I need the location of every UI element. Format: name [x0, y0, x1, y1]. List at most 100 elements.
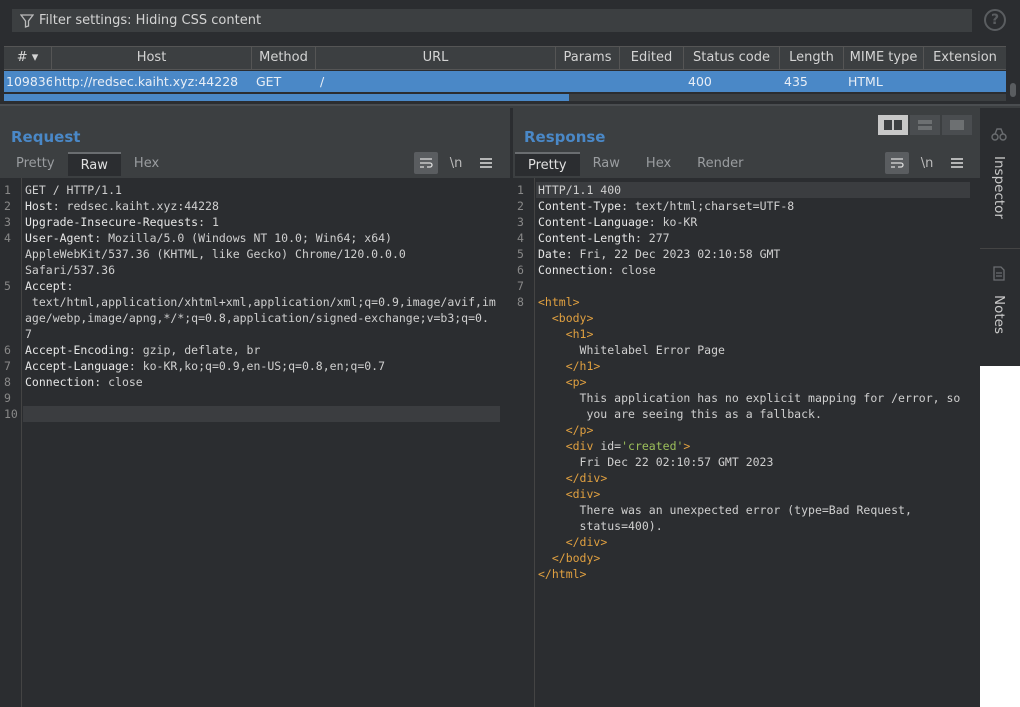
inspector-tab[interactable]: Inspector [980, 128, 1018, 219]
column-header-edited[interactable]: Edited [620, 47, 684, 69]
right-sidebar: Inspector Notes [980, 108, 1020, 707]
sort-down-icon: ▾ [31, 50, 39, 65]
line-number: 8 [4, 375, 11, 389]
line-number: 6 [4, 343, 11, 357]
current-line-highlight [23, 406, 500, 422]
filter-bar: Filter settings: Hiding CSS content ? [0, 0, 1020, 38]
tab-response-render[interactable]: Render [684, 152, 756, 176]
cell-params [556, 71, 620, 92]
code-line: <div> [565, 487, 601, 501]
cell-extension [924, 71, 1006, 92]
code-line: GET / HTTP/1.1 [25, 183, 122, 197]
column-header-number[interactable]: # ▾ [4, 47, 52, 69]
column-header-extension[interactable]: Extension [924, 47, 1006, 69]
column-header-params[interactable]: Params [556, 47, 620, 69]
horizontal-scrollbar[interactable] [4, 94, 1006, 101]
code-line: This application has no explicit mapping… [538, 391, 961, 405]
notes-label: Notes [991, 295, 1007, 334]
tab-request-raw[interactable]: Raw [67, 152, 121, 176]
cell-status: 400 [688, 74, 712, 89]
code-line: </h1> [565, 359, 601, 373]
code-line: <html> [538, 295, 580, 309]
scrollbar-thumb[interactable] [4, 94, 569, 101]
line-number: 6 [517, 263, 524, 277]
code-line: <body> [551, 311, 594, 325]
wrap-lines-icon[interactable] [414, 152, 438, 174]
tab-request-pretty[interactable]: Pretty [3, 152, 68, 176]
line-number: 4 [4, 231, 11, 245]
code-line: Accept-Language: ko-KR,ko;q=0.9,en-US;q=… [25, 359, 386, 373]
response-title: Response [524, 128, 606, 146]
cell-host: http://redsec.kaiht.xyz:44228 [54, 74, 239, 89]
history-table: # ▾ Host Method URL Params Edited Status… [0, 38, 1020, 106]
column-header-status[interactable]: Status code [684, 47, 780, 69]
line-number: 1 [517, 183, 524, 197]
line-number: 5 [4, 279, 11, 293]
tab-response-hex[interactable]: Hex [633, 152, 684, 176]
line-number: 8 [517, 295, 524, 309]
code-line: Connection: close [25, 375, 143, 389]
response-toolbar: \n [885, 152, 969, 174]
line-number: 7 [4, 359, 11, 373]
menu-icon[interactable] [945, 152, 969, 174]
notes-icon [993, 266, 1005, 281]
table-row[interactable]: 109836 http://redsec.kaiht.xyz:44228 GET… [4, 71, 1006, 92]
code-line: </div> [565, 535, 608, 549]
layout-toggle [878, 115, 972, 135]
code-line: you are seeing this as a fallback. [538, 407, 822, 421]
table-header: # ▾ Host Method URL Params Edited Status… [4, 46, 1006, 70]
cell-mime: HTML [848, 74, 883, 89]
menu-icon[interactable] [474, 152, 498, 174]
column-header-method[interactable]: Method [252, 47, 316, 69]
inspector-icon [991, 128, 1007, 141]
request-editor[interactable]: 1 GET / HTTP/1.1 2 Host: redsec.kaiht.xyz:4… [0, 178, 510, 707]
filter-icon [20, 13, 34, 28]
filter-settings[interactable]: Filter settings: Hiding CSS content [12, 9, 972, 32]
column-header-mime[interactable]: MIME type [844, 47, 924, 69]
line-number: 2 [517, 199, 524, 213]
code-line: text/html,application/xhtml+xml,applicat… [25, 295, 496, 309]
line-number: 3 [517, 215, 524, 229]
tab-response-pretty[interactable]: Pretty [515, 152, 580, 176]
code-line: <h1> [565, 327, 594, 341]
tab-response-raw[interactable]: Raw [580, 152, 633, 176]
column-header-length[interactable]: Length [780, 47, 844, 69]
sidebar-empty-area [980, 366, 1020, 707]
request-title: Request [11, 128, 81, 146]
vertical-scrollbar-thumb[interactable] [1010, 83, 1016, 97]
request-toolbar: \n [414, 152, 498, 174]
filter-text: Filter settings: Hiding CSS content [39, 13, 262, 28]
code-line: </p> [565, 423, 594, 437]
help-icon[interactable]: ? [984, 9, 1006, 31]
newline-toggle[interactable]: \n [915, 152, 939, 174]
cell-edited [620, 71, 684, 92]
column-header-host[interactable]: Host [52, 47, 252, 69]
notes-tab[interactable]: Notes [980, 266, 1018, 334]
code-line: Content-Type: text/html;charset=UTF-8 [538, 199, 795, 213]
line-number: 9 [4, 391, 11, 405]
code-line: Accept-Encoding: gzip, deflate, br [25, 343, 261, 357]
code-line: Date: Fri, 22 Dec 2023 02:10:58 GMT [538, 247, 781, 261]
cell-method: GET [256, 74, 282, 89]
wrap-lines-icon[interactable] [885, 152, 909, 174]
cell-length: 435 [784, 74, 808, 89]
code-line: Fri Dec 22 02:10:57 GMT 2023 [538, 455, 774, 469]
code-line: AppleWebKit/537.36 (KHTML, like Gecko) C… [25, 247, 406, 261]
code-line: Safari/537.36 [25, 263, 116, 277]
code-line: HTTP/1.1 400 [538, 183, 622, 197]
code-line: Whitelabel Error Page [538, 343, 725, 357]
tab-request-hex[interactable]: Hex [121, 152, 172, 176]
line-number: 10 [4, 407, 18, 421]
response-editor[interactable]: 1 HTTP/1.1 400 2 Content-Type: text/html;ch… [513, 178, 980, 707]
split-vertical-icon[interactable] [910, 115, 940, 135]
code-line: status=400). [538, 519, 663, 533]
split-horizontal-icon[interactable] [878, 115, 908, 135]
newline-toggle[interactable]: \n [444, 152, 468, 174]
single-pane-icon[interactable] [942, 115, 972, 135]
code-line: 7 [25, 327, 32, 341]
request-tabs: Pretty Raw Hex [3, 152, 172, 176]
code-line: <div id='created'> [565, 439, 691, 453]
column-header-url[interactable]: URL [316, 47, 556, 69]
code-line: Accept: [25, 279, 74, 293]
code-line: </body> [551, 551, 601, 565]
